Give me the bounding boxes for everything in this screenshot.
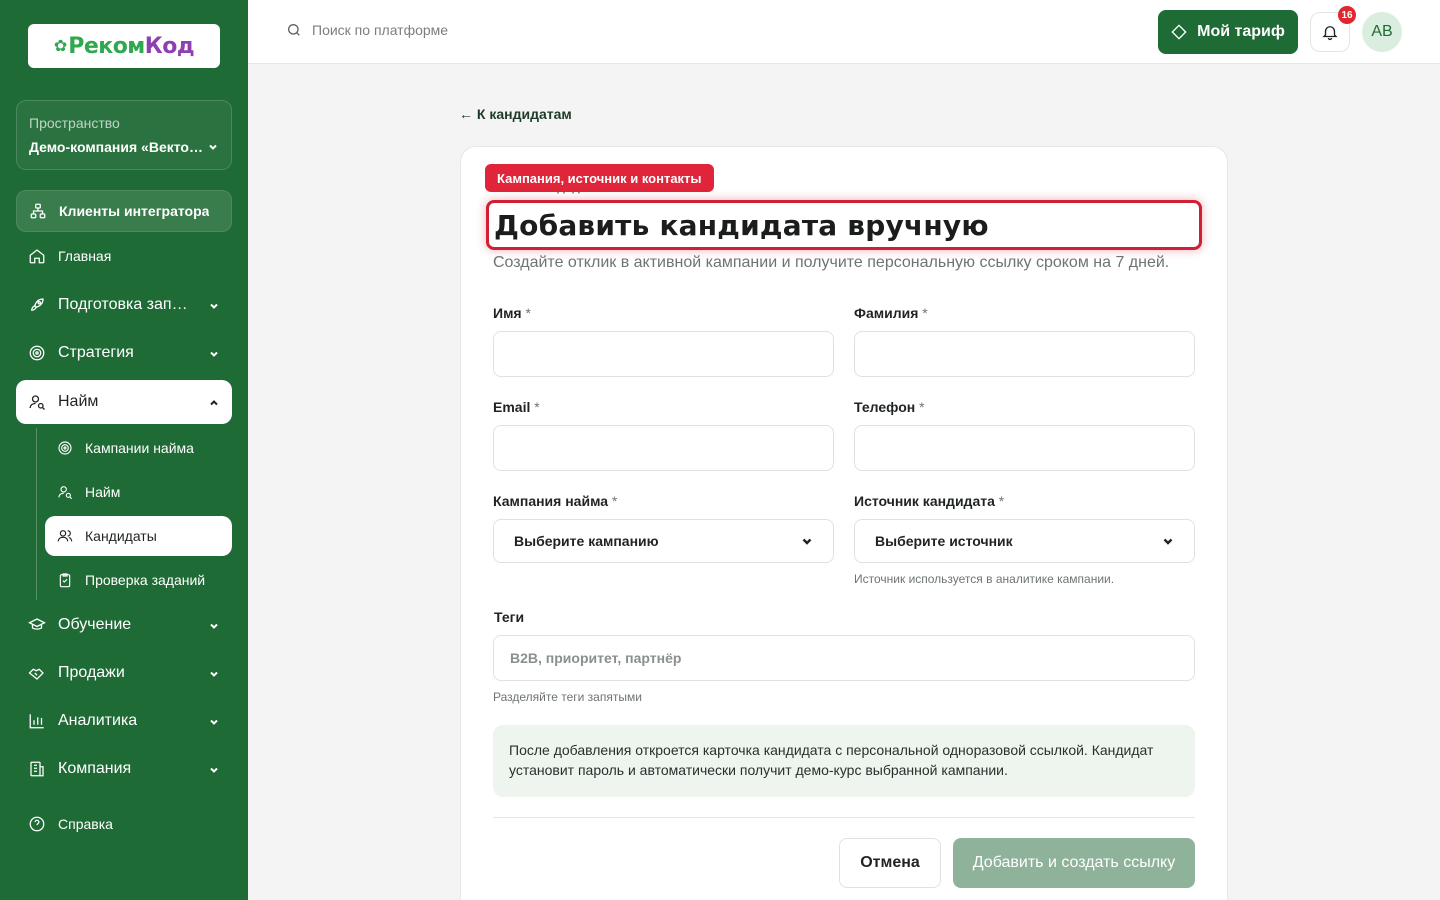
phone-label: Телефон * <box>854 399 925 415</box>
cancel-button[interactable]: Отмена <box>839 838 941 888</box>
chevron-down-icon <box>208 667 220 679</box>
divider <box>493 817 1195 818</box>
network-icon <box>29 202 47 220</box>
home-icon <box>28 247 46 265</box>
sidebar-subitem-task-review[interactable]: Проверка заданий <box>45 560 232 600</box>
user-search-icon <box>57 484 73 500</box>
rocket-icon <box>28 296 46 314</box>
tags-hint: Разделяйте теги запятыми <box>493 690 642 704</box>
last-name-field[interactable] <box>854 331 1195 377</box>
sidebar-subitem-candidates[interactable]: Кандидаты <box>45 516 232 556</box>
chevron-down-icon <box>208 299 220 311</box>
first-name-field[interactable] <box>493 331 834 377</box>
search-icon <box>288 24 300 36</box>
target-icon <box>57 440 73 456</box>
sidebar-item-help[interactable]: Справка <box>16 803 232 845</box>
chevron-down-icon <box>209 144 217 150</box>
building-icon <box>28 760 46 778</box>
source-select[interactable]: Выберите источник <box>854 519 1195 563</box>
logo[interactable]: ✿ РекомКод <box>28 24 220 68</box>
chevron-down-icon <box>802 538 812 545</box>
graduation-cap-icon <box>28 616 46 634</box>
my-tariff-button[interactable]: Мой тариф <box>1158 10 1298 54</box>
sidebar-item-company[interactable]: Компания <box>16 748 232 790</box>
chevron-down-icon <box>208 347 220 359</box>
sidebar-item-training[interactable]: Обучение <box>16 604 232 646</box>
back-to-candidates-link[interactable]: ← К кандидатам <box>459 106 572 122</box>
workspace-name: Демо-компания «Вектор Рост» <box>29 139 205 155</box>
page-subtitle: Создайте отклик в активной кампании и по… <box>493 254 1170 271</box>
email-label: Email * <box>493 399 540 415</box>
help-circle-icon <box>28 815 46 833</box>
avatar[interactable]: АВ <box>1362 12 1402 52</box>
bell-icon <box>1322 26 1338 41</box>
bar-chart-icon <box>28 712 46 730</box>
sidebar: ✿ РекомКод Пространство Демо-компания «В… <box>0 0 248 900</box>
top-header: Поиск по платформе Мой тариф 16 АВ <box>248 0 1440 64</box>
sidebar-item-home[interactable]: Главная <box>16 235 232 277</box>
tree-icon: ✿ <box>53 38 68 55</box>
sidebar-subitem-hiring-campaigns[interactable]: Кампании найма <box>45 428 232 468</box>
chevron-up-icon <box>208 396 220 408</box>
sidebar-item-launch-prep[interactable]: Подготовка запуска <box>16 284 232 326</box>
workspace-label: Пространство <box>29 115 120 131</box>
info-note: После добавления откроется карточка канд… <box>493 725 1195 797</box>
campaign-label: Кампания найма * <box>493 493 618 509</box>
sidebar-item-sales[interactable]: Продажи <box>16 652 232 694</box>
last-name-label: Фамилия * <box>854 305 928 321</box>
add-and-create-link-button[interactable]: Добавить и создать ссылку <box>953 838 1195 888</box>
users-icon <box>57 528 73 544</box>
workspace-switcher[interactable]: Пространство Демо-компания «Вектор Рост» <box>16 100 232 170</box>
sidebar-subitem-hiring[interactable]: Найм <box>45 472 232 512</box>
chevron-down-icon <box>1163 538 1173 545</box>
diamond-icon <box>1171 24 1187 40</box>
source-label: Источник кандидата * <box>854 493 1005 509</box>
source-hint: Источник используется в аналитике кампан… <box>854 572 1115 586</box>
chevron-down-icon <box>208 715 220 727</box>
campaign-select[interactable]: Выберите кампанию <box>493 519 834 563</box>
search-input[interactable]: Поиск по платформе <box>286 22 448 38</box>
sidebar-item-integrator-clients[interactable]: Клиенты интегратора <box>16 190 232 232</box>
tags-input[interactable]: B2B, приоритет, партнёр <box>493 635 1195 681</box>
step-badge: Кампания, источник и контакты <box>485 164 714 192</box>
page-title: Добавить кандидата вручную <box>494 208 989 242</box>
target-icon <box>28 344 46 362</box>
page-title-frame: Добавить кандидата вручную <box>486 200 1202 250</box>
phone-field[interactable] <box>854 425 1195 471</box>
sidebar-item-strategy[interactable]: Стратегия <box>16 332 232 374</box>
clipboard-check-icon <box>57 572 73 588</box>
submenu-line <box>36 428 37 600</box>
chevron-down-icon <box>208 619 220 631</box>
first-name-label: Имя * <box>493 305 531 321</box>
sidebar-item-hiring[interactable]: Найм <box>16 380 232 424</box>
chevron-down-icon <box>208 763 220 775</box>
sidebar-item-analytics[interactable]: Аналитика <box>16 700 232 742</box>
notifications-badge: 16 <box>1338 6 1356 24</box>
user-search-icon <box>28 393 46 411</box>
handshake-icon <box>28 664 46 682</box>
email-field[interactable] <box>493 425 834 471</box>
tags-label: Теги <box>494 609 525 625</box>
